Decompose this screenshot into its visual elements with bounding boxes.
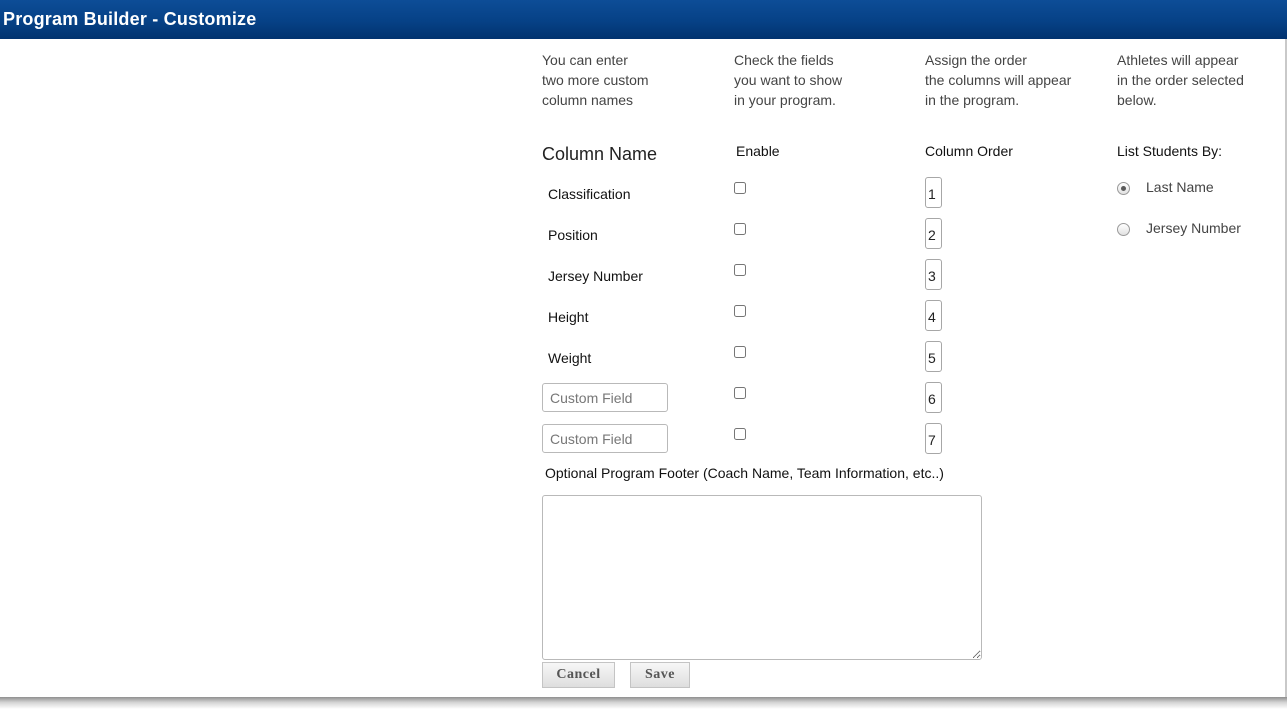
field-label: Weight [548, 350, 592, 366]
enable-checkbox-custom-2[interactable] [734, 428, 746, 440]
intro-enable-fields: Check the fields you want to show in you… [734, 52, 843, 108]
order-input-custom-1[interactable]: 6 [925, 382, 942, 413]
field-label: Jersey Number [548, 268, 643, 284]
field-row-custom-2: 7 [0, 423, 1287, 465]
order-input-weight[interactable]: 5 [925, 341, 942, 372]
order-input-classification[interactable]: 1 [925, 177, 942, 208]
order-input-height[interactable]: 4 [925, 300, 942, 331]
list-students-by-header: List Students By: [1117, 143, 1223, 159]
save-button[interactable]: Save [630, 662, 690, 688]
field-row-jersey-number: Jersey Number 3 [0, 259, 1287, 301]
window-title: Program Builder - Customize [3, 9, 257, 29]
field-label: Classification [548, 186, 631, 202]
field-label: Height [548, 309, 589, 325]
field-row-height: Height 4 [0, 300, 1287, 342]
field-row-classification: Classification 1 [0, 177, 1287, 219]
enable-checkbox-classification[interactable] [734, 182, 746, 194]
custom-field-input-1[interactable] [542, 383, 668, 412]
enable-checkbox-height[interactable] [734, 305, 746, 317]
bottom-shadow-bar [0, 697, 1287, 709]
order-input-jersey-number[interactable]: 3 [925, 259, 942, 290]
enable-checkbox-weight[interactable] [734, 346, 746, 358]
enable-header: Enable [736, 143, 780, 159]
order-input-custom-2[interactable]: 7 [925, 423, 942, 454]
intro-athlete-order: Athletes will appear in the order select… [1117, 52, 1244, 108]
order-input-position[interactable]: 2 [925, 218, 942, 249]
footer-textarea[interactable] [542, 495, 982, 660]
radio-button-last-name[interactable] [1117, 182, 1130, 195]
enable-checkbox-position[interactable] [734, 223, 746, 235]
title-bar: Program Builder - Customize [0, 0, 1287, 39]
cancel-button[interactable]: Cancel [542, 662, 615, 688]
field-row-position: Position 2 [0, 218, 1287, 260]
enable-checkbox-jersey-number[interactable] [734, 264, 746, 276]
radio-label: Last Name [1146, 179, 1214, 195]
enable-checkbox-custom-1[interactable] [734, 387, 746, 399]
field-row-custom-1: 6 [0, 382, 1287, 424]
custom-field-input-2[interactable] [542, 424, 668, 453]
field-label: Position [548, 227, 598, 243]
column-order-header: Column Order [925, 143, 1013, 159]
field-row-weight: Weight 5 [0, 341, 1287, 383]
intro-column-order: Assign the order the columns will appear… [925, 52, 1072, 108]
radio-button-jersey-number[interactable] [1117, 223, 1130, 236]
intro-custom-columns: You can enter two more custom column nam… [542, 52, 649, 108]
footer-label: Optional Program Footer (Coach Name, Tea… [545, 465, 944, 481]
column-name-header: Column Name [542, 144, 658, 164]
radio-label: Jersey Number [1146, 220, 1241, 236]
